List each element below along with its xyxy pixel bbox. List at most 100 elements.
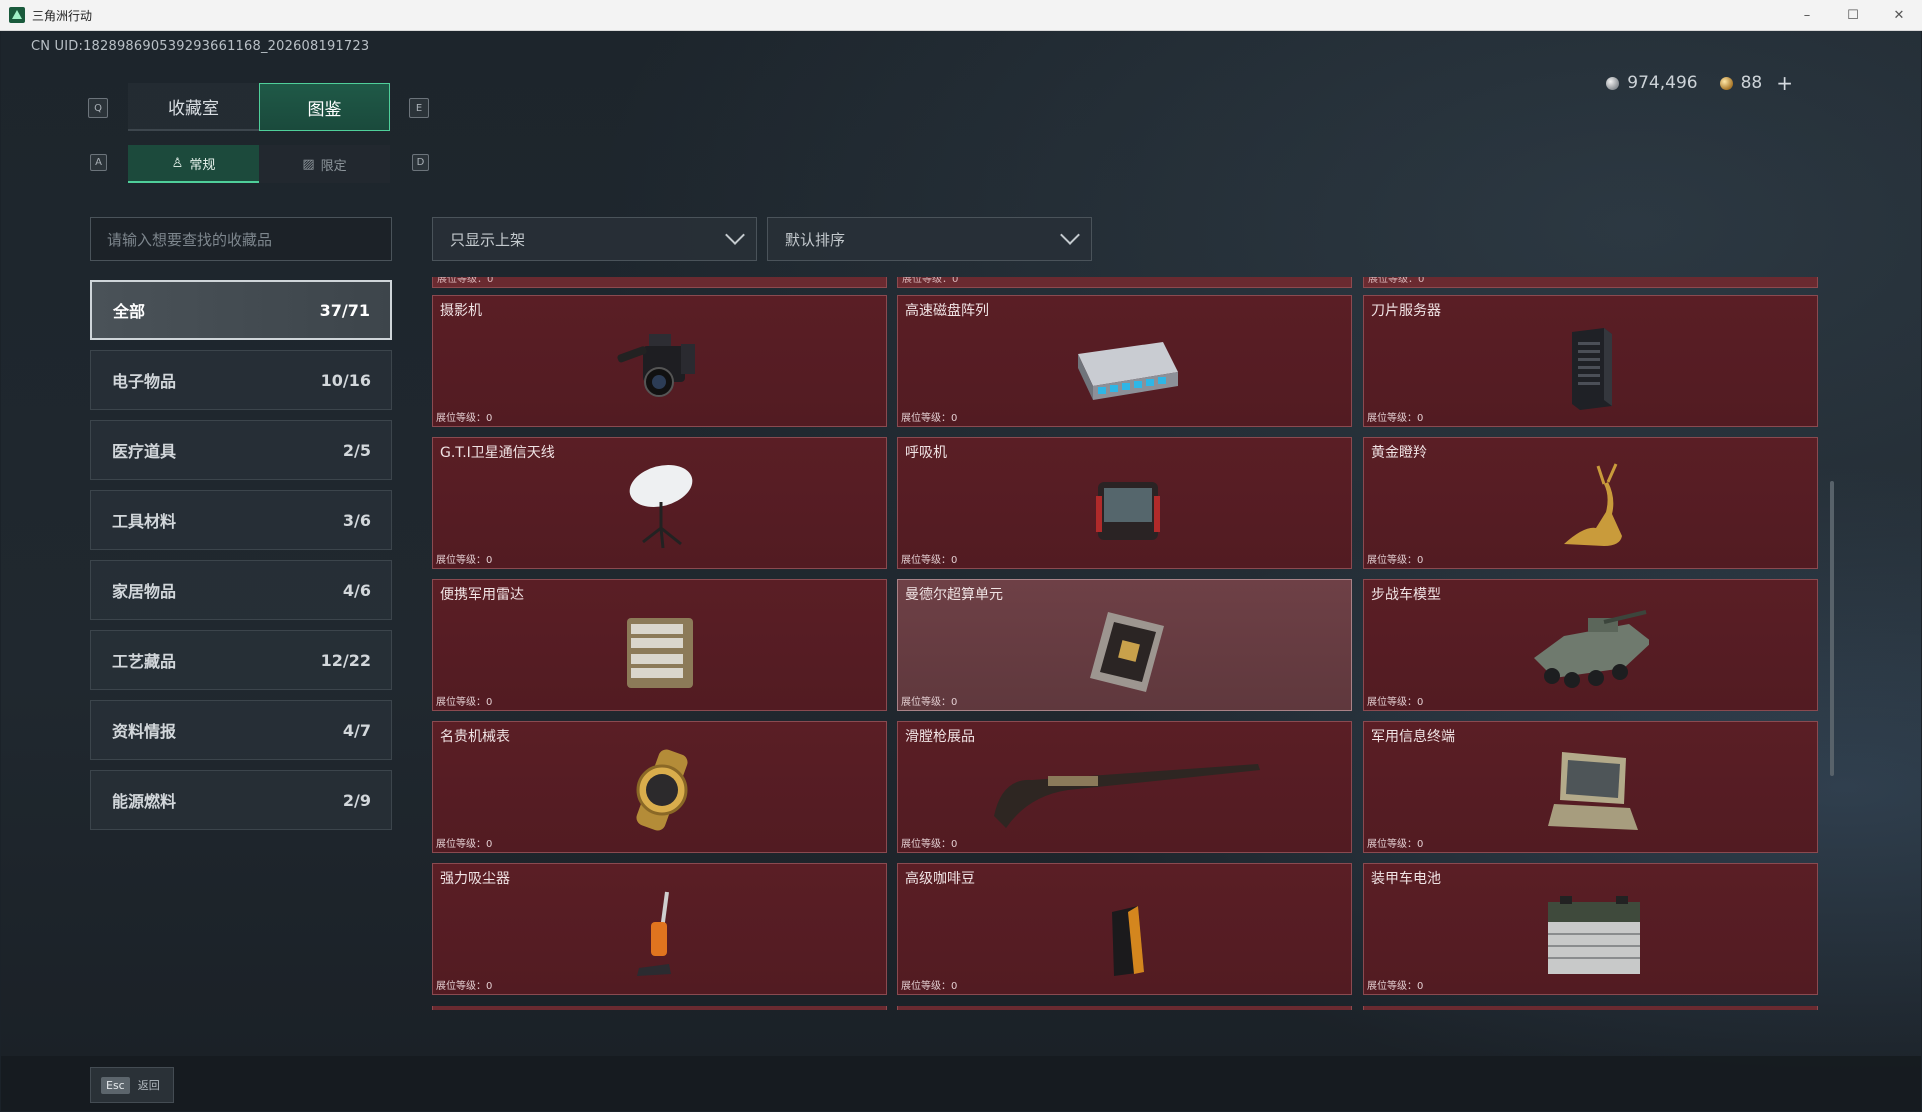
category-electronics[interactable]: 电子物品 10/16	[90, 350, 392, 410]
item-name: G.T.I卫星通信天线	[440, 445, 555, 461]
game-screen: CN UID:1828986905392936611​68_2026081917…	[1, 31, 1921, 1111]
item-card[interactable]: 黄金瞪羚 展位等级：0	[1363, 437, 1818, 569]
maximize-button[interactable]: ☐	[1830, 0, 1876, 30]
chevron-down-icon	[725, 225, 745, 245]
subtab-regular[interactable]: ♙ 常规	[128, 145, 259, 183]
category-intel[interactable]: 资料情报 4/7	[90, 700, 392, 760]
item-name: 步战车模型	[1371, 587, 1441, 603]
sort-dropdown[interactable]: 默认排序	[767, 217, 1092, 261]
item-name: 名贵机械表	[440, 729, 510, 745]
item-name: 黄金瞪羚	[1371, 445, 1427, 461]
item-card[interactable]: 便携军用雷达 展位等级：0	[432, 579, 887, 711]
item-card[interactable]: 刀片服务器 展位等级：0	[1363, 295, 1818, 427]
item-card[interactable]: 名贵机械表 展位等级：0	[432, 721, 887, 853]
booth-level: 展位等级：0	[436, 697, 493, 708]
booth-level: 展位等级：0	[436, 555, 493, 566]
category-count: 3/6	[342, 510, 371, 530]
booth-level: 展位等级：0	[901, 413, 958, 424]
category-fuel[interactable]: 能源燃料 2/9	[90, 770, 392, 830]
radar-icon	[627, 618, 693, 688]
satellite-dish-icon	[629, 464, 693, 549]
booth-level: 展位等级：0	[901, 555, 958, 566]
item-grid: 展位等级：0 展位等级：0 展位等级：0 摄影机 展位等级：0 高速磁盘阵列 展…	[432, 277, 1822, 1010]
partial-card	[1363, 1006, 1818, 1010]
ifv-model-icon	[1534, 610, 1649, 688]
category-tools[interactable]: 工具材料 3/6	[90, 490, 392, 550]
subtab-prev-key-hint: A	[90, 154, 107, 171]
category-count: 10/16	[320, 370, 371, 390]
item-name: 摄影机	[440, 303, 482, 319]
window-title: 三角洲行动	[32, 8, 93, 23]
grid-scrollbar[interactable]	[1830, 481, 1834, 776]
tab-catalog[interactable]: 图鉴	[259, 83, 390, 131]
item-card[interactable]: 装甲车电池 展位等级：0	[1363, 863, 1818, 995]
back-button[interactable]: Esc 返回	[90, 1067, 174, 1103]
partial-card: 展位等级：0	[1363, 277, 1818, 288]
category-label: 资料情报	[112, 722, 177, 741]
booth-level: 展位等级：0	[1367, 981, 1424, 992]
bottom-bar	[1, 1056, 1921, 1111]
window-titlebar: 三角洲行动 – ☐ ✕	[0, 0, 1922, 31]
tab-collection-room[interactable]: 收藏室	[128, 83, 259, 131]
booth-level: 展位等级：0	[436, 839, 493, 850]
booth-level: 展位等级：0	[1367, 555, 1424, 566]
booth-level: 展位等级：0	[901, 697, 958, 708]
item-name: 滑膛枪展品	[905, 729, 975, 745]
category-count: 4/6	[342, 580, 371, 600]
item-name: 高速磁盘阵列	[905, 303, 989, 319]
item-name: 装甲车电池	[1371, 871, 1441, 887]
category-count: 4/7	[342, 720, 371, 740]
partial-card: 展位等级：0	[432, 277, 887, 288]
image-icon: ▨	[302, 156, 315, 172]
figure-icon: ♙	[171, 155, 184, 171]
item-card[interactable]: 高速磁盘阵列 展位等级：0	[897, 295, 1352, 427]
tab-prev-key-hint: Q	[88, 98, 108, 118]
item-card[interactable]: 曼德尔超算单元 展位等级：0	[897, 579, 1352, 711]
booth-level: 展位等级：0	[1367, 413, 1424, 424]
item-card[interactable]: 步战车模型 展位等级：0	[1363, 579, 1818, 711]
item-card[interactable]: 呼吸机 展位等级：0	[897, 437, 1352, 569]
category-all[interactable]: 全部 37/71	[90, 280, 392, 340]
watch-icon	[636, 749, 688, 831]
item-name: 呼吸机	[905, 445, 947, 461]
player-uid: CN UID:1828986905392936611​68_2026081917…	[31, 39, 370, 54]
item-name: 便携军用雷达	[440, 587, 524, 603]
category-household[interactable]: 家居物品 4/6	[90, 560, 392, 620]
category-label: 电子物品	[112, 372, 177, 391]
booth-level: 展位等级：0	[902, 277, 959, 285]
item-name: 曼德尔超算单元	[905, 587, 1003, 603]
item-name: 军用信息终端	[1371, 729, 1455, 745]
search-input[interactable]: 请输入想要查找的收藏品	[90, 217, 392, 261]
item-card[interactable]: 军用信息终端 展位等级：0	[1363, 721, 1818, 853]
subtab-limited[interactable]: ▨ 限定	[259, 145, 390, 183]
booth-level: 展位等级：0	[901, 981, 958, 992]
item-card[interactable]: 滑膛枪展品 展位等级：0	[897, 721, 1352, 853]
item-card[interactable]: 摄影机 展位等级：0	[432, 295, 887, 427]
vacuum-icon	[637, 891, 671, 976]
subtab-next-key-hint: D	[412, 154, 429, 171]
item-name: 刀片服务器	[1371, 303, 1441, 319]
category-count: 2/5	[342, 440, 371, 460]
back-label: 返回	[137, 1079, 160, 1092]
category-label: 能源燃料	[112, 792, 177, 811]
item-card[interactable]: 强力吸尘器 展位等级：0	[432, 863, 887, 995]
disk-array-icon	[1078, 342, 1178, 400]
category-medical[interactable]: 医疗道具 2/5	[90, 420, 392, 480]
item-card[interactable]: 高级咖啡豆 展位等级：0	[897, 863, 1352, 995]
booth-level: 展位等级：0	[1368, 277, 1425, 285]
category-count: 2/9	[342, 790, 371, 810]
category-crafts[interactable]: 工艺藏品 12/22	[90, 630, 392, 690]
close-button[interactable]: ✕	[1876, 0, 1922, 30]
item-card[interactable]: G.T.I卫星通信天线 展位等级：0	[432, 437, 887, 569]
camera-icon	[617, 334, 695, 397]
coffee-bag-icon	[1112, 906, 1144, 976]
terminal-icon	[1548, 752, 1638, 830]
add-currency-button[interactable]: +	[1776, 71, 1793, 95]
main-tabs: 收藏室 图鉴	[128, 83, 390, 131]
gold-coin-icon	[1719, 76, 1733, 90]
battery-icon	[1548, 896, 1640, 974]
partial-card	[897, 1006, 1352, 1010]
minimize-button[interactable]: –	[1784, 0, 1830, 30]
booth-level: 展位等级：0	[1367, 697, 1424, 708]
display-filter-dropdown[interactable]: 只显示上架	[432, 217, 757, 261]
